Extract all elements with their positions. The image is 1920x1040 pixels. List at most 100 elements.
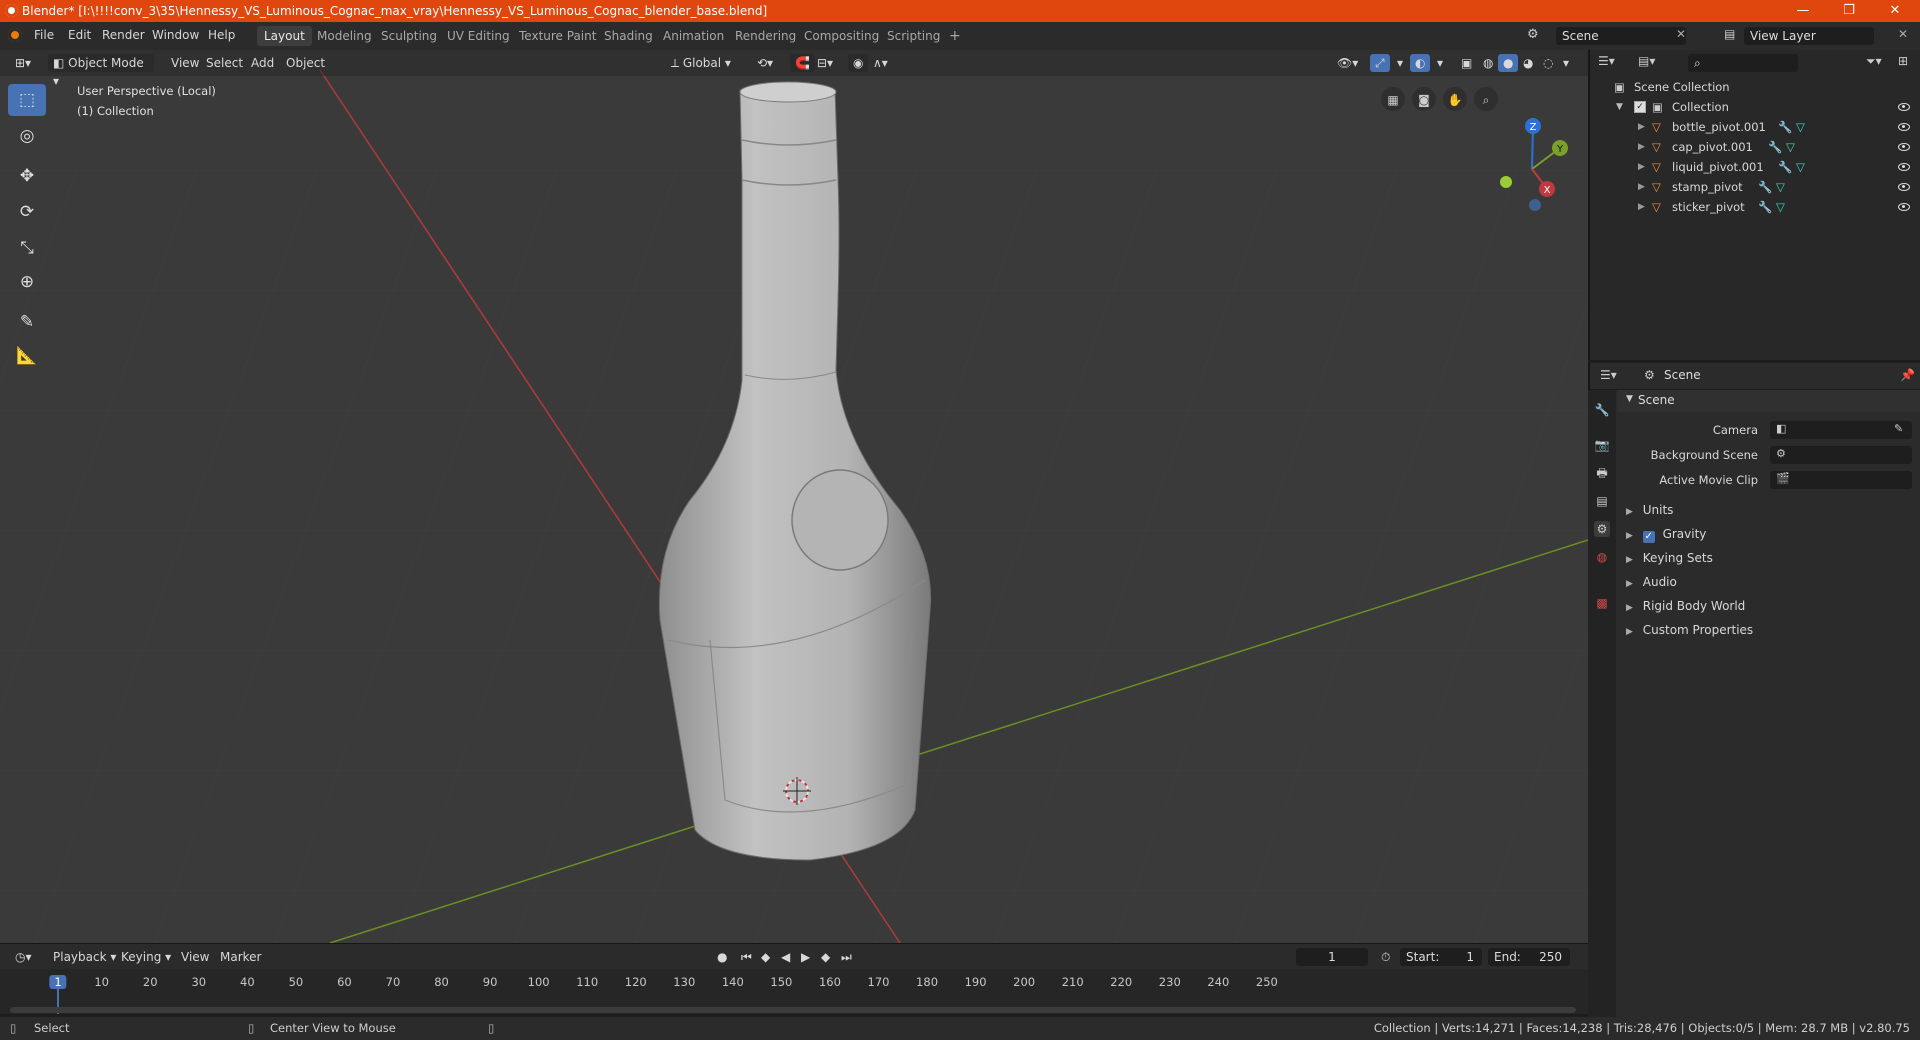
camera-field[interactable]: ◧ ✎ (1770, 421, 1912, 439)
next-keyframe-icon[interactable]: ◆ (816, 948, 835, 966)
gizmo-toggle-icon[interactable]: ⤢ (1370, 54, 1390, 72)
maximize-button[interactable]: ❐ (1826, 0, 1872, 22)
solid-shading-icon[interactable]: ● (1498, 54, 1519, 72)
menu-view[interactable]: View (176, 948, 214, 966)
menu-add[interactable]: Add (246, 54, 279, 72)
timeline-body[interactable]: 1 10 20 30 40 50 60 70 80 90 100 110 120 130 140 150 160… (0, 969, 1588, 1014)
orientation-selector[interactable]: ⟂ Global ▾ (666, 54, 736, 72)
cursor-tool-icon[interactable]: ◎ (8, 120, 46, 152)
output-tab-icon[interactable]: 🖶 (1594, 465, 1610, 481)
menu-file[interactable]: File (34, 28, 54, 42)
active-movie-clip-field[interactable]: 🎬 (1770, 471, 1912, 489)
close-icon[interactable]: ✕ (1676, 27, 1686, 41)
tab-animation[interactable]: Animation (656, 26, 731, 46)
expand-arrow-icon[interactable]: ▶ (1638, 117, 1645, 137)
proportional-falloff-icon[interactable]: ∧▾ (868, 54, 893, 72)
menu-playback[interactable]: Playback ▾ (48, 948, 121, 966)
mesh-data-icon[interactable]: ▽ (1786, 137, 1795, 157)
menu-view[interactable]: View (166, 54, 204, 72)
end-frame-field[interactable]: End: 250 (1488, 948, 1570, 966)
add-workspace-button[interactable]: + (942, 26, 968, 46)
menu-window[interactable]: Window (152, 28, 199, 42)
menu-render[interactable]: Render (102, 28, 145, 42)
world-tab-icon[interactable]: ◍ (1594, 549, 1610, 565)
properties-editor-icon[interactable]: ☰▾ (1600, 368, 1617, 382)
xray-icon[interactable]: ▣ (1456, 54, 1477, 72)
menu-select[interactable]: Select (201, 54, 248, 72)
shading-dropdown-icon[interactable]: ▾ (1558, 54, 1574, 72)
outliner-object-row[interactable]: ▶ ▽ bottle_pivot.001 🔧 ▽ (1590, 117, 1920, 137)
outliner-collection[interactable]: ▼ ✓ ▣ Collection (1590, 97, 1920, 117)
prev-keyframe-icon[interactable]: ◆ (756, 948, 775, 966)
expand-arrow-icon[interactable]: ▶ (1638, 177, 1645, 197)
eye-icon[interactable] (1898, 123, 1910, 131)
mesh-data-icon[interactable]: ▽ (1776, 177, 1785, 197)
start-frame-field[interactable]: Start: 1 (1400, 948, 1482, 966)
record-icon[interactable]: ● (712, 948, 732, 966)
outliner-editor-icon[interactable]: ☰▾ (1598, 54, 1615, 68)
audio-section[interactable]: ▶ Audio (1626, 575, 1677, 589)
eye-icon[interactable] (1898, 183, 1910, 191)
gizmo-neg-z[interactable] (1529, 199, 1541, 211)
menu-edit[interactable]: Edit (68, 28, 91, 42)
jump-end-icon[interactable]: ⏭ (836, 948, 857, 966)
timeline-editor-icon[interactable]: ◷▾ (10, 948, 37, 966)
proportional-edit-icon[interactable]: ◉ (848, 54, 869, 72)
timeline-scrollbar[interactable] (10, 1007, 1576, 1013)
minimize-button[interactable]: — (1780, 0, 1826, 22)
gizmo-neg-y[interactable] (1500, 176, 1512, 188)
overlay-toggle-icon[interactable]: ◐ (1410, 54, 1431, 72)
blender-menu-icon[interactable] (8, 28, 22, 42)
modifier-wrench-icon[interactable]: 🔧 (1758, 177, 1772, 197)
rigid-body-world-section[interactable]: ▶ Rigid Body World (1626, 599, 1745, 613)
scene-tab-icon[interactable]: ⚙ (1594, 521, 1610, 537)
mesh-data-icon[interactable]: ▽ (1796, 117, 1805, 137)
tab-scripting[interactable]: Scripting (880, 26, 947, 46)
rendered-shading-icon[interactable]: ◌ (1538, 54, 1558, 72)
scene-selector[interactable]: Scene (1556, 27, 1686, 45)
collapse-arrow-icon[interactable]: ▼ (1616, 97, 1623, 117)
play-icon[interactable]: ▶ (796, 948, 815, 966)
custom-properties-section[interactable]: ▶ Custom Properties (1626, 623, 1753, 637)
modifier-wrench-icon[interactable]: 🔧 (1778, 117, 1792, 137)
outliner-search-input[interactable]: ⌕ (1688, 54, 1798, 72)
new-collection-icon[interactable]: ⊞ (1898, 54, 1908, 68)
rotate-tool-icon[interactable]: ⟳ (8, 196, 46, 228)
filter-icon[interactable]: ⏷▾ (1866, 54, 1882, 69)
background-scene-field[interactable]: ⚙ (1770, 446, 1912, 464)
select-box-tool-icon[interactable]: ⬚ (8, 84, 46, 116)
menu-keying[interactable]: Keying ▾ (116, 948, 176, 966)
move-tool-icon[interactable]: ✥ (8, 160, 46, 192)
outliner-object-row[interactable]: ▶ ▽ liquid_pivot.001 🔧 ▽ (1590, 157, 1920, 177)
gravity-section[interactable]: ▶ ✓ Gravity (1626, 527, 1706, 543)
render-tab-icon[interactable]: 📷 (1594, 437, 1610, 453)
stamp-medallion[interactable] (791, 469, 889, 571)
menu-object[interactable]: Object (281, 54, 330, 72)
mesh-data-icon[interactable]: ▽ (1776, 197, 1785, 217)
measure-tool-icon[interactable]: 📐 (8, 340, 46, 372)
tab-sculpting[interactable]: Sculpting (374, 26, 444, 46)
tab-shading[interactable]: Shading (597, 26, 660, 46)
outliner-object-row[interactable]: ▶ ▽ cap_pivot.001 🔧 ▽ (1590, 137, 1920, 157)
expand-arrow-icon[interactable]: ▶ (1638, 137, 1645, 157)
current-frame-field[interactable]: 1 (1296, 948, 1368, 966)
view-layer-tab-icon[interactable]: ▤ (1594, 493, 1610, 509)
tab-texture-paint[interactable]: Texture Paint (512, 26, 603, 46)
tab-rendering[interactable]: Rendering (728, 26, 803, 46)
material-shading-icon[interactable]: ◕ (1518, 54, 1538, 72)
tab-compositing[interactable]: Compositing (797, 26, 886, 46)
pivot-point-icon[interactable]: ⟲▾ (752, 54, 778, 72)
tool-tab-icon[interactable]: 🔧 (1594, 402, 1610, 418)
visibility-icon[interactable]: 👁▾ (1332, 54, 1363, 72)
tab-uv-editing[interactable]: UV Editing (440, 26, 517, 46)
jump-start-icon[interactable]: ⏮ (736, 948, 757, 966)
collection-checkbox[interactable]: ✓ (1634, 101, 1646, 113)
outliner-scene-collection[interactable]: ▣ Scene Collection (1590, 77, 1920, 97)
gravity-checkbox[interactable]: ✓ (1642, 531, 1655, 543)
view-layer-selector[interactable]: View Layer (1744, 27, 1874, 45)
mode-selector[interactable]: ◧ Object Mode ▾ (48, 54, 154, 88)
transform-tool-icon[interactable]: ⊕ (8, 266, 46, 298)
editor-type-icon[interactable]: ⊞▾ (10, 54, 36, 72)
modifier-wrench-icon[interactable]: 🔧 (1778, 157, 1792, 177)
eye-icon[interactable] (1898, 103, 1910, 111)
